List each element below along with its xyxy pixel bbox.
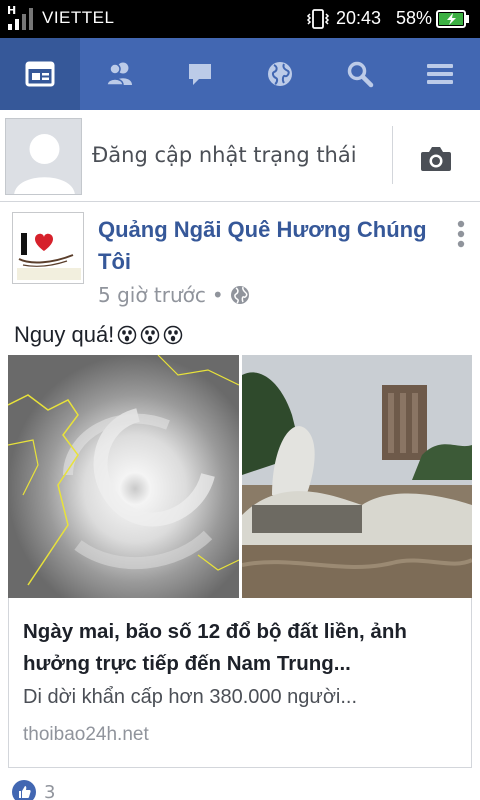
globe-icon <box>268 62 292 86</box>
tab-news-feed[interactable] <box>0 38 80 110</box>
clock: 20:43 <box>336 8 382 28</box>
post-timestamp[interactable]: 5 giờ trước <box>98 283 206 307</box>
battery-charging-icon <box>436 10 469 28</box>
page-logo[interactable] <box>12 212 84 284</box>
astonished-emoji-icon <box>118 325 137 345</box>
page-logo-image <box>13 213 83 283</box>
link-domain: thoibao24h.net <box>23 724 149 745</box>
tab-messages[interactable] <box>160 38 240 110</box>
camera-icon[interactable] <box>420 144 452 172</box>
link-description: Di dời khẩn cấp hơn 380.000 người... <box>23 686 358 708</box>
post-media[interactable] <box>8 355 472 598</box>
search-icon <box>347 61 374 88</box>
like-reaction-icon <box>12 780 36 800</box>
meta-separator: • <box>211 283 224 307</box>
friends-icon <box>106 62 132 86</box>
page-name-link[interactable]: Quảng Ngãi Quê Hương Chúng Tôi <box>98 214 438 278</box>
satellite-storm-image[interactable] <box>8 355 239 598</box>
astonished-emoji-icon <box>164 325 183 345</box>
link-preview-card[interactable]: Ngày mai, bão số 12 đổ bộ đất liền, ảnh … <box>8 598 472 768</box>
storm-waves-photo[interactable] <box>242 355 472 598</box>
menu-icon <box>427 64 453 84</box>
globe-icon <box>230 286 249 304</box>
tab-search[interactable] <box>320 38 400 110</box>
tab-menu[interactable] <box>400 38 480 110</box>
composer-divider <box>392 126 393 184</box>
status-composer: Đăng cập nhật trạng thái <box>0 110 480 202</box>
status-bar: H VIETTEL 20:43 58% <box>0 0 480 38</box>
top-nav-bar <box>0 38 480 110</box>
tab-notifications[interactable] <box>240 38 320 110</box>
news-feed-icon <box>25 61 55 87</box>
post-text: Nguy quá! <box>14 322 183 348</box>
carrier-name: VIETTEL <box>42 8 115 27</box>
signal-icon: H <box>7 4 33 30</box>
more-options-icon[interactable] <box>452 219 470 249</box>
post-message: Nguy quá! <box>14 322 115 347</box>
like-count: 3 <box>44 781 56 800</box>
vibrate-icon <box>306 9 330 29</box>
astonished-emoji-icon <box>141 325 160 345</box>
chat-icon <box>189 64 211 85</box>
network-type-label: H <box>7 4 16 17</box>
link-title[interactable]: Ngày mai, bão số 12 đổ bộ đất liền, ảnh … <box>23 616 459 680</box>
battery-percent: 58% <box>396 8 433 28</box>
status-prompt[interactable]: Đăng cập nhật trạng thái <box>92 143 357 167</box>
post-meta: 5 giờ trước • <box>98 283 250 307</box>
tab-friend-requests[interactable] <box>80 38 160 110</box>
default-avatar-icon <box>6 119 81 194</box>
avatar[interactable] <box>5 118 82 195</box>
reaction-summary[interactable]: 3 <box>12 780 55 800</box>
